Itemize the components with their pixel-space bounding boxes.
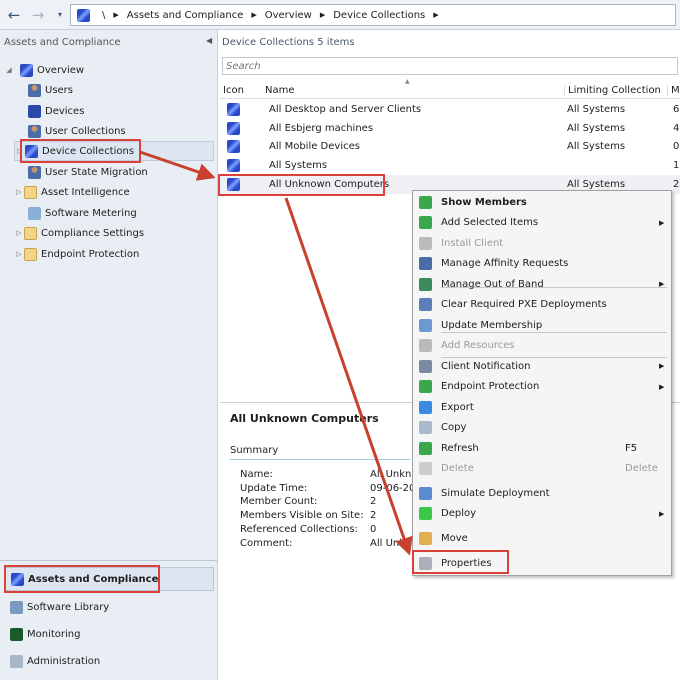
annotation-arrows <box>139 150 413 556</box>
arrow-to-properties <box>284 197 413 556</box>
arrow-to-collection <box>139 150 216 181</box>
